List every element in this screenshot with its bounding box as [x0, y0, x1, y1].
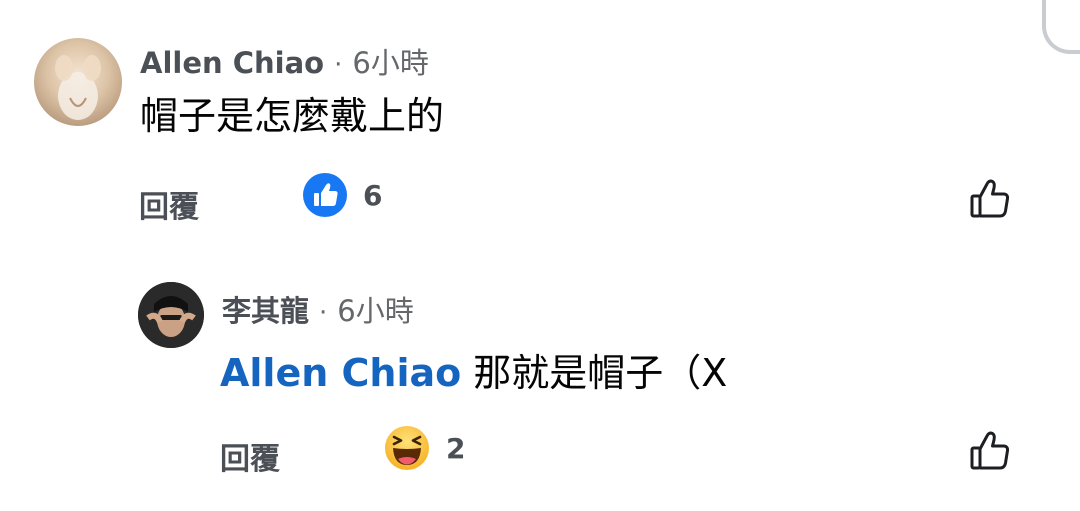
separator-dot: ·	[319, 298, 328, 328]
mention-link[interactable]: Allen Chiao	[220, 351, 461, 395]
like-button[interactable]	[968, 429, 1012, 473]
like-reaction-icon	[303, 173, 347, 217]
reaction-count: 6	[363, 178, 383, 212]
reaction-summary[interactable]: 6	[303, 173, 382, 217]
comment-text: Allen Chiao 那就是帽子（X	[220, 354, 727, 392]
reaction-count: 2	[446, 431, 466, 465]
comment-text: 帽子是怎麼戴上的	[140, 94, 445, 138]
comment-header: Allen Chiao · 6小時	[140, 40, 429, 82]
scroll-edge	[1042, 0, 1080, 54]
separator-dot: ·	[334, 50, 343, 80]
haha-reaction-icon	[385, 426, 429, 470]
avatar-image	[138, 282, 204, 348]
thumbs-up-icon	[970, 431, 1010, 470]
reply-button[interactable]: 回覆	[139, 182, 199, 226]
comment-author[interactable]: Allen Chiao	[140, 46, 324, 80]
avatar[interactable]	[34, 38, 122, 126]
avatar-image	[55, 55, 101, 120]
comment-author[interactable]: 李其龍	[222, 288, 309, 330]
comment-thread: Allen Chiao · 6小時 帽子是怎麼戴上的 回覆 6 李其龍 · 6小…	[0, 0, 1080, 511]
comment-header: 李其龍 · 6小時	[222, 288, 414, 330]
reaction-summary[interactable]: 2	[384, 425, 465, 471]
comment-body: 那就是帽子（X	[473, 351, 728, 395]
reply-button[interactable]: 回覆	[220, 434, 280, 478]
thumbs-up-icon	[970, 179, 1010, 218]
comment-time[interactable]: 6小時	[352, 40, 428, 82]
comment-time[interactable]: 6小時	[337, 288, 413, 330]
like-button[interactable]	[968, 177, 1012, 221]
avatar[interactable]	[138, 282, 204, 348]
